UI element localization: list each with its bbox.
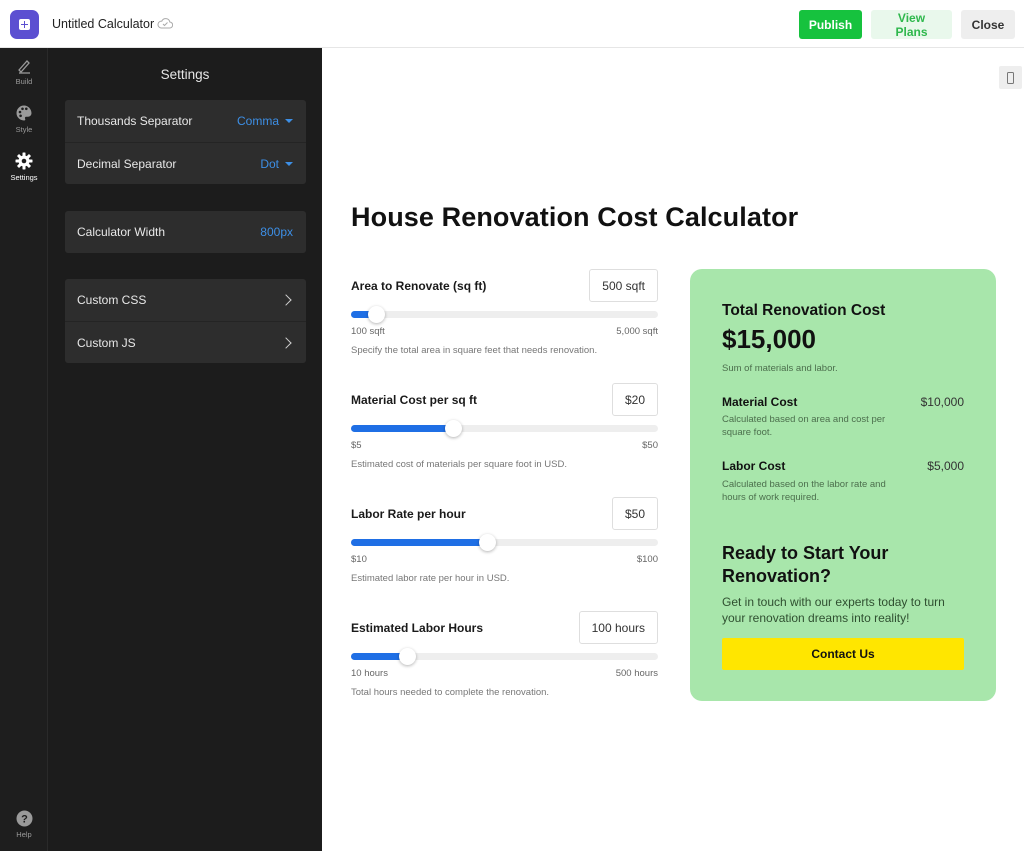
cloud-check-icon bbox=[157, 18, 173, 29]
help-circle-icon: ? bbox=[16, 810, 32, 827]
labor-rate-input[interactable]: $50 bbox=[611, 497, 658, 530]
results-card: Total Renovation Cost $15,000 Sum of mat… bbox=[690, 269, 996, 701]
slider-thumb[interactable] bbox=[445, 420, 463, 437]
slider-max-label: 5,000 sqft bbox=[616, 326, 658, 337]
calculator-title: House Renovation Cost Calculator bbox=[351, 202, 799, 232]
material-cost-input[interactable]: $20 bbox=[611, 383, 658, 416]
rail-item-style[interactable]: Style bbox=[0, 104, 48, 134]
field-label: Estimated Labor Hours bbox=[351, 621, 484, 635]
device-toggle-button[interactable] bbox=[999, 66, 1022, 89]
setting-value: Comma bbox=[236, 114, 279, 128]
labor-cost-label: Labor Cost bbox=[722, 459, 786, 473]
custom-css-item[interactable]: Custom CSS bbox=[65, 279, 306, 321]
cta-text: Get in touch with our experts today to t… bbox=[722, 595, 945, 625]
area-input[interactable]: 500 sqft bbox=[589, 269, 658, 302]
setting-label: Custom CSS bbox=[77, 293, 147, 307]
area-slider[interactable] bbox=[351, 306, 658, 323]
labor-hours-slider[interactable] bbox=[351, 648, 658, 665]
labor-hours-input[interactable]: 100 hours bbox=[578, 611, 658, 644]
material-cost-value: $10,000 bbox=[920, 395, 964, 409]
gear-icon bbox=[15, 152, 33, 170]
slider-max-label: $100 bbox=[636, 554, 658, 565]
document-title[interactable]: Untitled Calculator bbox=[52, 17, 154, 31]
view-plans-button[interactable]: View Plans bbox=[871, 10, 952, 39]
material-cost-label: Material Cost bbox=[722, 395, 798, 409]
custom-code-group: Custom CSS Custom JS bbox=[65, 279, 306, 363]
decimal-separator-select[interactable]: Decimal Separator Dot bbox=[65, 142, 306, 184]
slider-max-label: $50 bbox=[642, 440, 658, 451]
settings-panel: Settings Thousands Separator Comma Decim… bbox=[48, 48, 322, 851]
total-cost-note: Sum of materials and labor. bbox=[722, 363, 838, 374]
separator-settings-group: Thousands Separator Comma Decimal Separa… bbox=[65, 100, 306, 184]
pencil-icon bbox=[18, 60, 30, 74]
field-help-text: Specify the total area in square feet th… bbox=[351, 345, 598, 356]
labor-rate-slider[interactable] bbox=[351, 534, 658, 551]
chevron-right-icon bbox=[280, 336, 292, 349]
slider-fill bbox=[351, 425, 454, 432]
top-bar: Untitled Calculator Publish View Plans C… bbox=[0, 0, 1024, 48]
svg-text:?: ? bbox=[21, 814, 28, 826]
labor-cost-note: Calculated based on the labor rate and h… bbox=[722, 479, 886, 503]
slider-min-label: 10 hours bbox=[351, 668, 388, 679]
caret-down-icon bbox=[285, 119, 293, 123]
thousands-separator-select[interactable]: Thousands Separator Comma bbox=[65, 100, 306, 142]
rail-label: Settings bbox=[10, 173, 38, 182]
publish-button[interactable]: Publish bbox=[799, 10, 862, 39]
slider-min-label: $5 bbox=[351, 440, 362, 451]
left-rail: Build Style Settings ? Help bbox=[0, 48, 48, 851]
slider-thumb[interactable] bbox=[479, 534, 497, 551]
custom-js-item[interactable]: Custom JS bbox=[65, 321, 306, 363]
material-cost-slider[interactable] bbox=[351, 420, 658, 437]
field-label: Area to Renovate (sq ft) bbox=[351, 279, 487, 293]
setting-value: Dot bbox=[260, 156, 279, 171]
rail-item-help[interactable]: ? Help bbox=[0, 810, 48, 839]
rail-label: Help bbox=[16, 830, 32, 839]
contact-us-button[interactable]: Contact Us bbox=[722, 638, 964, 670]
calculator-width-input[interactable]: Calculator Width 800px bbox=[65, 211, 306, 253]
cta-heading: Ready to Start Your Renovation? bbox=[722, 543, 889, 586]
field-label: Labor Rate per hour bbox=[351, 507, 466, 521]
field-help-text: Total hours needed to complete the renov… bbox=[351, 687, 550, 698]
labor-cost-value: $5,000 bbox=[927, 459, 964, 473]
slider-max-label: 500 hours bbox=[615, 668, 658, 679]
field-help-text: Estimated cost of materials per square f… bbox=[351, 459, 567, 470]
field-help-text: Estimated labor rate per hour in USD. bbox=[351, 573, 510, 584]
total-cost-value: $15,000 bbox=[722, 324, 816, 354]
rail-label: Build bbox=[15, 77, 33, 86]
panel-title: Settings bbox=[160, 67, 210, 82]
calculator-grid-icon[interactable] bbox=[10, 10, 39, 39]
setting-label: Decimal Separator bbox=[77, 156, 177, 171]
rail-label: Style bbox=[15, 125, 33, 134]
chevron-right-icon bbox=[280, 294, 292, 306]
total-cost-label: Total Renovation Cost bbox=[722, 302, 886, 319]
field-label: Material Cost per sq ft bbox=[351, 393, 478, 407]
setting-value[interactable]: 800px bbox=[260, 225, 293, 239]
palette-icon bbox=[16, 105, 32, 121]
setting-label: Calculator Width bbox=[77, 225, 166, 239]
slider-min-label: 100 sqft bbox=[351, 326, 385, 337]
material-cost-note: Calculated based on area and cost per sq… bbox=[722, 414, 886, 438]
setting-label: Thousands Separator bbox=[77, 114, 193, 128]
slider-thumb[interactable] bbox=[399, 648, 417, 665]
slider-fill bbox=[351, 539, 488, 546]
preview-canvas: House Renovation Cost Calculator Area to… bbox=[322, 48, 1024, 851]
close-button[interactable]: Close bbox=[961, 10, 1015, 39]
rail-item-settings[interactable]: Settings bbox=[0, 152, 48, 182]
rail-item-build[interactable]: Build bbox=[0, 58, 48, 86]
caret-down-icon bbox=[285, 161, 293, 166]
width-settings-group: Calculator Width 800px bbox=[65, 211, 306, 253]
mobile-phone-icon bbox=[1007, 71, 1014, 84]
setting-label: Custom JS bbox=[77, 335, 136, 350]
slider-thumb[interactable] bbox=[368, 306, 386, 323]
slider-min-label: $10 bbox=[351, 554, 367, 565]
